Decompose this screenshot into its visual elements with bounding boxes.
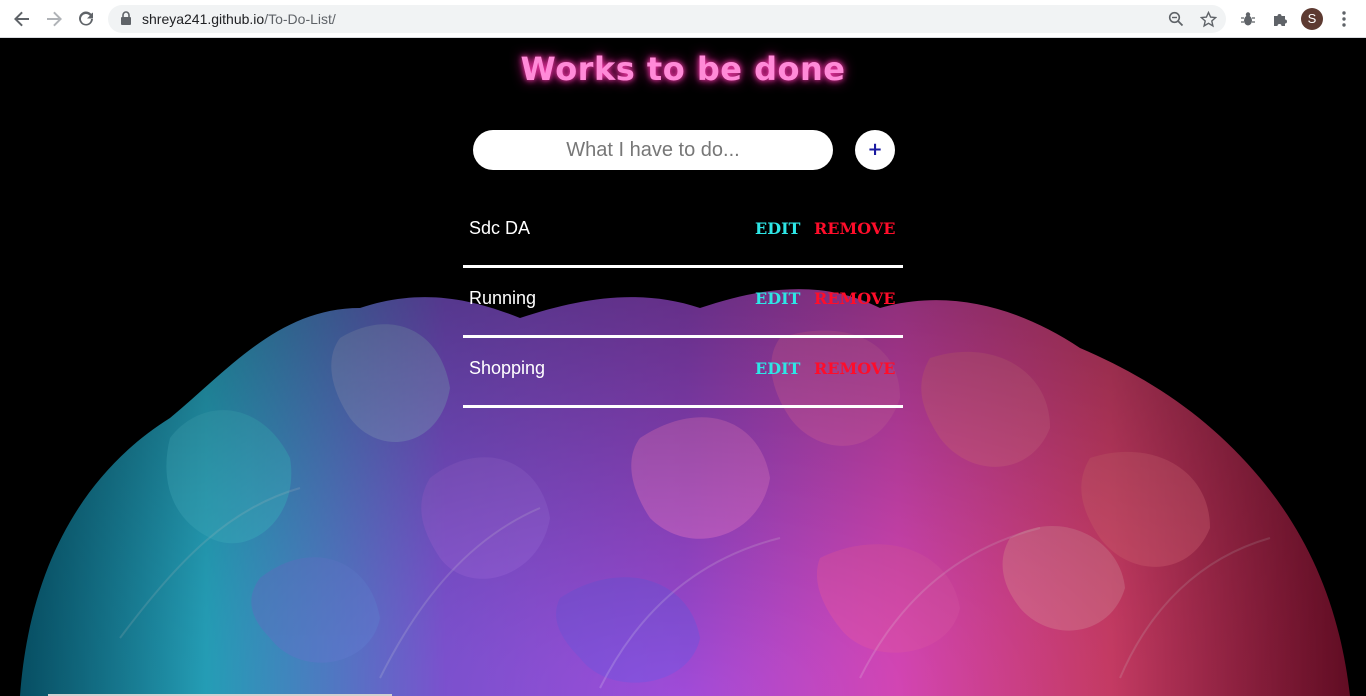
task-text: Sdc DA bbox=[469, 218, 531, 238]
url-path: /To-Do-List/ bbox=[264, 11, 336, 27]
add-task-button[interactable]: + bbox=[855, 130, 895, 170]
reload-button[interactable] bbox=[74, 7, 98, 31]
url-host: shreya241.github.io bbox=[142, 11, 265, 27]
page-title: Works to be done bbox=[520, 50, 846, 88]
task-item: Shopping EDIT REMOVE bbox=[463, 338, 903, 408]
browser-toolbar: shreya241.github.io/To-Do-List/ S bbox=[0, 0, 1366, 38]
star-icon bbox=[1199, 10, 1217, 27]
url-text: shreya241.github.io/To-Do-List/ bbox=[142, 11, 336, 27]
remove-button[interactable]: REMOVE bbox=[814, 289, 895, 308]
browser-menu-button[interactable] bbox=[1332, 7, 1356, 31]
kebab-menu-icon bbox=[1342, 11, 1346, 27]
bookmark-button[interactable] bbox=[1196, 7, 1220, 31]
forward-arrow-icon bbox=[47, 11, 62, 27]
reload-icon bbox=[79, 11, 93, 26]
task-item: Running EDIT REMOVE bbox=[463, 268, 903, 338]
edit-button[interactable]: EDIT bbox=[755, 219, 800, 238]
remove-button[interactable]: REMOVE bbox=[814, 359, 895, 378]
back-arrow-icon bbox=[14, 11, 29, 27]
edit-button[interactable]: EDIT bbox=[755, 359, 800, 378]
task-text: Shopping bbox=[469, 358, 546, 378]
bug-icon bbox=[1241, 12, 1255, 26]
extension-button[interactable] bbox=[1236, 7, 1260, 31]
zoom-button[interactable] bbox=[1164, 7, 1188, 31]
zoom-icon bbox=[1168, 11, 1184, 27]
task-item: Sdc DA EDIT REMOVE bbox=[463, 198, 903, 268]
edit-button[interactable]: EDIT bbox=[755, 289, 800, 308]
profile-avatar[interactable]: S bbox=[1301, 8, 1323, 30]
puzzle-icon bbox=[1274, 14, 1287, 26]
task-input[interactable] bbox=[473, 130, 833, 170]
lock-icon bbox=[121, 11, 131, 25]
page-viewport: Works to be done + Sdc DA EDIT REMOVE Ru… bbox=[0, 38, 1366, 696]
extensions-menu-button[interactable] bbox=[1268, 7, 1292, 31]
address-bar[interactable]: shreya241.github.io/To-Do-List/ bbox=[108, 5, 1226, 33]
task-text: Running bbox=[469, 288, 537, 308]
task-list: Sdc DA EDIT REMOVE Running EDIT REMOVE S… bbox=[463, 198, 903, 408]
forward-button[interactable] bbox=[42, 7, 66, 31]
back-button[interactable] bbox=[10, 7, 34, 31]
remove-button[interactable]: REMOVE bbox=[814, 219, 895, 238]
